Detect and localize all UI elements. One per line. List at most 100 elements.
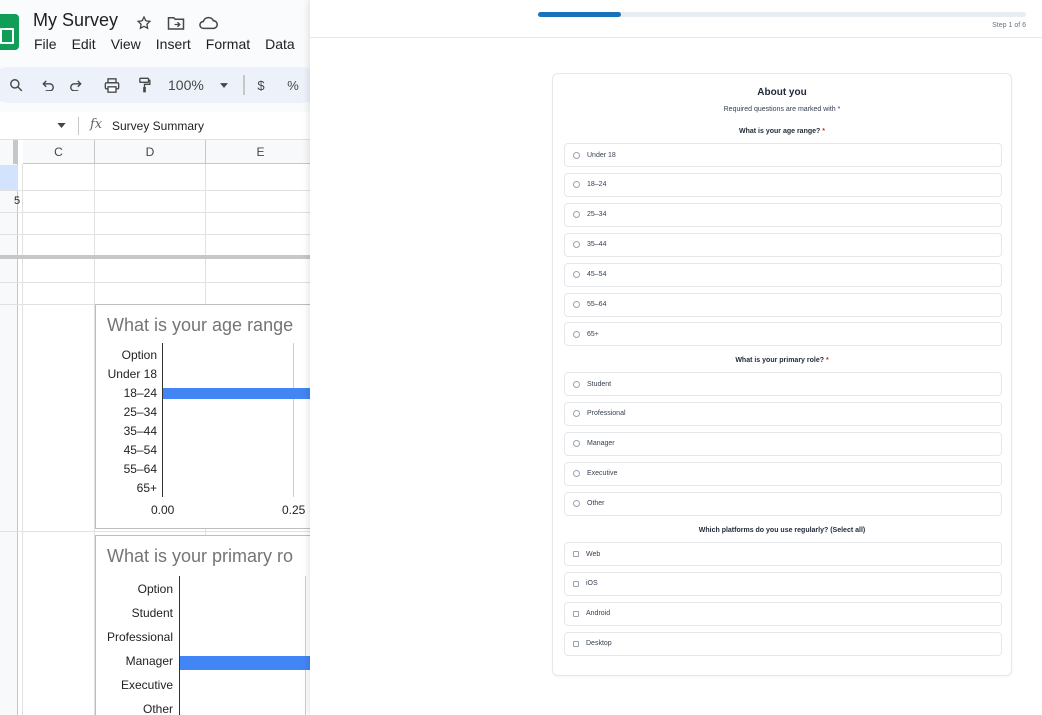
move-to-folder-icon[interactable]	[165, 12, 187, 34]
radio-button[interactable]	[573, 151, 580, 159]
chart-category-label: 18–24	[123, 386, 157, 400]
option-55-64[interactable]: 55–64	[564, 292, 1002, 317]
primary-role-chart[interactable]: What is your primary ro Option Student P…	[95, 535, 310, 715]
checkbox[interactable]	[573, 640, 579, 647]
chart-tick-label: 0.00	[151, 503, 175, 517]
zoom-value[interactable]: 100%	[168, 67, 208, 103]
chart-category-labels: Option Under 18 18–24 25–34 35–44 45–54 …	[96, 348, 157, 498]
option-35-44[interactable]: 35–44	[564, 232, 1002, 257]
radio-button[interactable]	[573, 330, 580, 338]
document-title[interactable]: My Survey	[33, 10, 118, 31]
option-label: Executive	[587, 470, 618, 478]
format-percent-button[interactable]: %	[286, 67, 300, 103]
radio-button[interactable]	[573, 410, 580, 418]
radio-button[interactable]	[573, 271, 580, 279]
option-label: Under 18	[587, 151, 616, 159]
checkbox[interactable]	[573, 551, 579, 557]
option-label: Manager	[587, 440, 615, 448]
selected-row-highlight	[0, 165, 18, 190]
menu-bar: File Edit View Insert Format Data	[34, 36, 310, 52]
option-android[interactable]: Android	[564, 601, 1002, 626]
option-student[interactable]: Student	[564, 372, 1002, 396]
option-25-34[interactable]: 25–34	[564, 202, 1002, 227]
row-line	[0, 531, 310, 532]
radio-button[interactable]	[573, 500, 580, 508]
formula-input[interactable]: Survey Summary	[112, 119, 204, 133]
paint-format-icon[interactable]	[134, 67, 154, 103]
chart-category-label: Student	[131, 606, 173, 620]
column-header-d[interactable]: D	[95, 140, 206, 164]
chart-axis	[162, 343, 163, 497]
option-other[interactable]: Other	[564, 491, 1002, 516]
option-label: Desktop	[586, 640, 612, 648]
option-18-24[interactable]: 18–24	[564, 172, 1002, 197]
chart-tick-label: 0.25	[282, 503, 306, 517]
menu-view[interactable]: View	[111, 36, 141, 52]
checkbox[interactable]	[573, 610, 579, 617]
menu-insert[interactable]: Insert	[156, 36, 191, 52]
formula-divider	[78, 117, 79, 135]
option-label: 55–64	[587, 301, 607, 308]
option-45-54[interactable]: 45–54	[564, 262, 1002, 287]
chart-header-label: Option	[121, 348, 157, 362]
format-currency-button[interactable]: $	[254, 67, 268, 103]
toolbar: 100% $ %	[0, 67, 310, 103]
row-line	[0, 282, 310, 283]
star-icon[interactable]	[133, 12, 155, 34]
option-professional[interactable]: Professional	[564, 401, 1002, 426]
print-icon[interactable]	[102, 67, 122, 103]
frozen-row-bar[interactable]	[0, 255, 310, 259]
radio-button[interactable]	[573, 380, 580, 388]
column-header-c[interactable]: C	[23, 140, 95, 164]
spreadsheet-window: My Survey File Edit View Insert Format D…	[0, 0, 310, 715]
column-header-e[interactable]: E	[206, 140, 310, 164]
radio-button[interactable]	[573, 301, 580, 308]
radio-button[interactable]	[573, 440, 580, 448]
option-label: Professional	[587, 410, 626, 418]
chart-category-labels: Option Student Professional Manager Exec…	[96, 582, 173, 715]
progress-bar	[538, 12, 1026, 17]
chart-title: What is your primary ro	[107, 546, 294, 566]
cell-grid[interactable]: C D E 5 What is your age range Option Un…	[0, 140, 310, 715]
chart-bar-manager	[180, 656, 310, 670]
menu-data[interactable]: Data	[265, 36, 295, 52]
option-label: Android	[586, 610, 611, 618]
frozen-column-bar[interactable]	[13, 140, 17, 164]
menu-format[interactable]: Format	[206, 36, 250, 52]
option-manager[interactable]: Manager	[564, 431, 1002, 456]
name-box-dropdown-icon[interactable]	[57, 123, 66, 128]
radio-button[interactable]	[573, 211, 580, 219]
section-title: About you	[757, 87, 807, 98]
option-web[interactable]: Web	[564, 542, 1002, 566]
option-under-18[interactable]: Under 18	[564, 143, 1002, 167]
radio-button[interactable]	[573, 241, 580, 249]
option-executive[interactable]: Executive	[564, 461, 1002, 486]
option-desktop[interactable]: Desktop	[564, 631, 1002, 656]
cloud-saved-icon[interactable]	[197, 12, 219, 34]
option-label: 18–24	[587, 181, 607, 189]
radio-button[interactable]	[573, 470, 580, 478]
chart-category-label: 65+	[136, 481, 157, 495]
option-ios[interactable]: iOS	[564, 571, 1002, 596]
step-indicator: Step 1 of 6	[992, 22, 1026, 29]
menu-file[interactable]: File	[34, 36, 57, 52]
header-divider	[310, 37, 1042, 38]
radio-button[interactable]	[573, 181, 580, 189]
option-label: 25–34	[587, 211, 607, 219]
redo-icon[interactable]	[66, 67, 86, 103]
menu-edit[interactable]: Edit	[72, 36, 96, 52]
option-label: 45–54	[587, 271, 607, 279]
age-range-chart[interactable]: What is your age range Option Under 18 1…	[95, 304, 310, 529]
column-line	[22, 164, 23, 715]
question-text: What is your primary role?	[735, 357, 824, 364]
required-asterisk: *	[825, 357, 829, 364]
search-menus-icon[interactable]	[6, 67, 26, 103]
question-text: Which platforms do you use regularly? (S…	[698, 527, 866, 534]
checkbox[interactable]	[573, 580, 579, 587]
option-label: Other	[587, 500, 605, 508]
undo-icon[interactable]	[38, 67, 58, 103]
option-65[interactable]: 65+	[564, 322, 1002, 347]
row-header-gutter	[0, 140, 18, 715]
zoom-dropdown-icon[interactable]	[218, 67, 230, 103]
sheets-logo-icon[interactable]	[0, 14, 19, 50]
